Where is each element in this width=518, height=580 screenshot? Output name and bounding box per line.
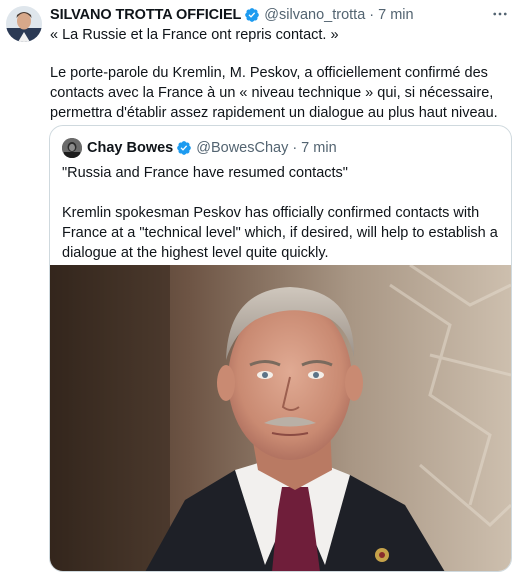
separator-dot: ·: [369, 7, 375, 23]
quoted-author-handle[interactable]: @BowesChay: [196, 140, 288, 156]
author-name[interactable]: SILVANO TROTTA OFFICIEL: [50, 7, 241, 23]
separator-dot: ·: [292, 140, 298, 156]
author-handle[interactable]: @silvano_trotta: [264, 7, 365, 23]
quoted-author-avatar[interactable]: [62, 138, 82, 158]
quoted-header: Chay Bowes @BowesChay · 7 min: [62, 137, 337, 159]
tweet-header: SILVANO TROTTA OFFICIEL @silvano_trotta …: [50, 5, 518, 25]
quoted-media-photo[interactable]: [50, 265, 511, 571]
quoted-timestamp[interactable]: 7 min: [301, 140, 336, 156]
tweet-paragraph-2: Le porte-parole du Kremlin, M. Peskov, a…: [50, 65, 498, 121]
verified-badge-icon: [244, 7, 260, 23]
quoted-author-name[interactable]: Chay Bowes: [87, 140, 173, 156]
quoted-text: "Russia and France have resumed contacts…: [62, 163, 502, 263]
author-avatar[interactable]: [6, 6, 42, 42]
quoted-paragraph-2: Kremlin spokesman Peskov has officially …: [62, 205, 498, 261]
timestamp[interactable]: 7 min: [378, 7, 413, 23]
tweet-paragraph-1: « La Russie et la France ont repris cont…: [50, 27, 339, 43]
tweet-text: « La Russie et la France ont repris cont…: [50, 25, 510, 123]
verified-badge-icon: [176, 140, 192, 156]
tweet: SILVANO TROTTA OFFICIEL @silvano_trotta …: [0, 0, 518, 580]
quoted-tweet[interactable]: Chay Bowes @BowesChay · 7 min "Russia an…: [49, 125, 512, 572]
more-options-icon[interactable]: [490, 5, 510, 23]
quoted-paragraph-1: "Russia and France have resumed contacts…: [62, 165, 348, 181]
